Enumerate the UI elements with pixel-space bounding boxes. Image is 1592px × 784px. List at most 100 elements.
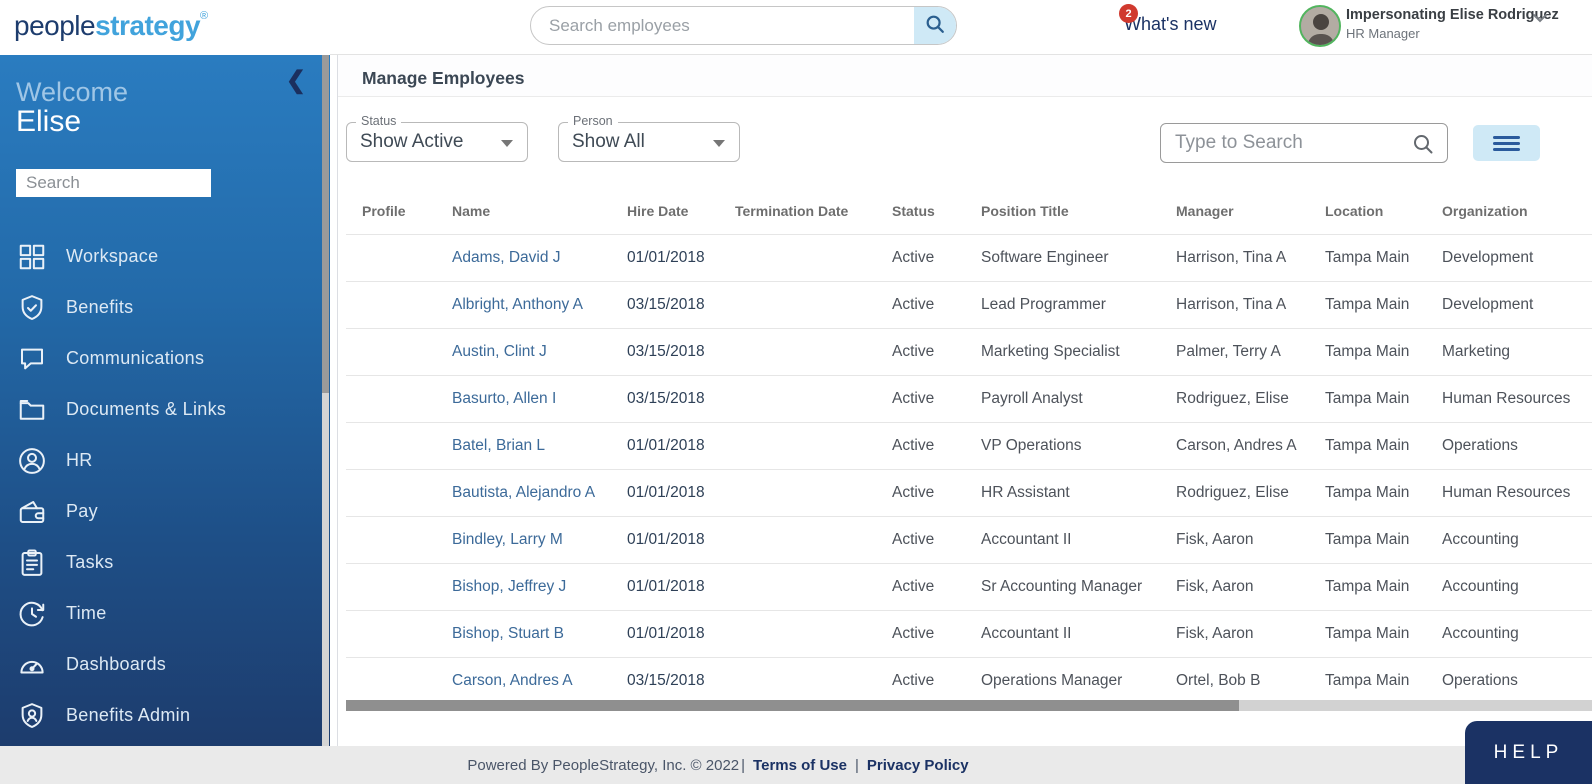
time-icon: [16, 598, 48, 630]
status-cell: Active: [876, 249, 965, 267]
status-cell: Active: [876, 437, 965, 455]
whats-new-link[interactable]: What's new: [1124, 14, 1216, 35]
employee-name-link[interactable]: Austin, Clint J: [452, 343, 547, 360]
filter-bar: Status Show Active Person Show All: [338, 97, 1592, 188]
employee-name-link[interactable]: Basurto, Allen I: [452, 390, 556, 407]
peoplestrategy-logo[interactable]: peoplestrategy®: [14, 10, 208, 42]
impersonation-user-name: Impersonating Elise Rodriguez: [1346, 7, 1559, 23]
column-header-hire-date: Hire Date: [611, 203, 719, 219]
employee-name-link[interactable]: Batel, Brian L: [452, 437, 545, 454]
benefits-admin-icon: [16, 700, 48, 732]
status-filter-select[interactable]: Status Show Active: [346, 122, 528, 162]
employee-search-button[interactable]: [914, 7, 956, 44]
status-filter-label: Status: [356, 114, 401, 128]
table-row: Batel, Brian L 01/01/2018 Active VP Oper…: [346, 422, 1592, 469]
employee-name-link[interactable]: Bautista, Alejandro A: [452, 484, 595, 501]
employee-name-link[interactable]: Bishop, Jeffrey J: [452, 578, 566, 595]
table-row: Bishop, Stuart B 01/01/2018 Active Accou…: [346, 610, 1592, 657]
sidebar-item-documents-links[interactable]: Documents & Links: [0, 384, 330, 435]
search-icon: [1411, 132, 1435, 161]
person-filter-select[interactable]: Person Show All: [558, 122, 740, 162]
help-button[interactable]: HELP: [1465, 721, 1592, 784]
table-body: Adams, David J 01/01/2018 Active Softwar…: [346, 234, 1592, 704]
employees-table: ProfileNameHire DateTermination DateStat…: [338, 188, 1592, 704]
table-row: Albright, Anthony A 03/15/2018 Active Le…: [346, 281, 1592, 328]
sidebar-item-label: Dashboards: [66, 654, 166, 675]
column-header-position-title: Position Title: [965, 203, 1160, 219]
hire-date-cell: 01/01/2018: [611, 249, 719, 267]
table-row: Basurto, Allen I 03/15/2018 Active Payro…: [346, 375, 1592, 422]
user-avatar[interactable]: [1299, 5, 1341, 47]
privacy-policy-link[interactable]: Privacy Policy: [867, 757, 969, 774]
employee-name-link[interactable]: Albright, Anthony A: [452, 296, 583, 313]
employee-name-link[interactable]: Bishop, Stuart B: [452, 625, 564, 642]
tasks-icon: [16, 547, 48, 579]
organization-cell: Marketing: [1426, 343, 1592, 361]
logo-part2: strategy: [95, 10, 200, 41]
manager-cell: Harrison, Tina A: [1160, 249, 1309, 267]
position-title-cell: Software Engineer: [965, 249, 1160, 267]
horizontal-scrollbar-thumb[interactable]: [346, 700, 1239, 711]
location-cell: Tampa Main: [1309, 625, 1426, 643]
footer: Powered By PeopleStrategy, Inc. © 2022 |…: [0, 746, 1592, 784]
status-filter-value: Show Active: [360, 131, 464, 153]
location-cell: Tampa Main: [1309, 672, 1426, 690]
dropdown-arrow-icon: [501, 140, 513, 147]
manager-cell: Fisk, Aaron: [1160, 578, 1309, 596]
sidebar-item-benefits-admin[interactable]: Benefits Admin: [0, 690, 330, 741]
hire-date-cell: 01/01/2018: [611, 437, 719, 455]
sidebar-item-tasks[interactable]: Tasks: [0, 537, 330, 588]
table-row: Adams, David J 01/01/2018 Active Softwar…: [346, 234, 1592, 281]
sidebar-item-label: Pay: [66, 501, 98, 522]
position-title-cell: Sr Accounting Manager: [965, 578, 1160, 596]
sidebar-item-time[interactable]: Time: [0, 588, 330, 639]
column-header-manager: Manager: [1160, 203, 1309, 219]
table-search-input[interactable]: [1161, 124, 1401, 162]
employee-name-link[interactable]: Adams, David J: [452, 249, 561, 266]
hire-date-cell: 01/01/2018: [611, 578, 719, 596]
sidebar-scrollbar[interactable]: [322, 55, 329, 746]
sidebar-item-workspace[interactable]: Workspace: [0, 231, 330, 282]
location-cell: Tampa Main: [1309, 296, 1426, 314]
sidebar-item-benefits[interactable]: Benefits: [0, 282, 330, 333]
position-title-cell: Accountant II: [965, 531, 1160, 549]
table-row: Bishop, Jeffrey J 01/01/2018 Active Sr A…: [346, 563, 1592, 610]
manager-cell: Carson, Andres A: [1160, 437, 1309, 455]
hire-date-cell: 03/15/2018: [611, 296, 719, 314]
sidebar-search-input[interactable]: [16, 169, 211, 197]
hire-date-cell: 03/15/2018: [611, 343, 719, 361]
column-header-termination-date: Termination Date: [719, 203, 876, 219]
location-cell: Tampa Main: [1309, 484, 1426, 502]
position-title-cell: Lead Programmer: [965, 296, 1160, 314]
sidebar-scrollbar-thumb[interactable]: [322, 55, 329, 393]
employee-name-link[interactable]: Carson, Andres A: [452, 672, 573, 689]
manager-cell: Fisk, Aaron: [1160, 531, 1309, 549]
sidebar-collapse-chevron-icon[interactable]: ❮: [286, 69, 306, 93]
horizontal-scrollbar[interactable]: [346, 700, 1592, 711]
benefits-icon: [16, 292, 48, 324]
manager-cell: Palmer, Terry A: [1160, 343, 1309, 361]
sidebar-item-pay[interactable]: Pay: [0, 486, 330, 537]
user-role: HR Manager: [1346, 26, 1559, 41]
employee-name-link[interactable]: Bindley, Larry M: [452, 531, 563, 548]
hire-date-cell: 03/15/2018: [611, 390, 719, 408]
organization-cell: Accounting: [1426, 625, 1592, 643]
table-row: Carson, Andres A 03/15/2018 Active Opera…: [346, 657, 1592, 704]
hire-date-cell: 01/01/2018: [611, 484, 719, 502]
sidebar-item-dashboards[interactable]: Dashboards: [0, 639, 330, 690]
sidebar-item-communications[interactable]: Communications: [0, 333, 330, 384]
terms-of-use-link[interactable]: Terms of Use: [753, 757, 847, 774]
chevron-down-icon[interactable]: [1532, 10, 1548, 26]
status-cell: Active: [876, 672, 965, 690]
organization-cell: Human Resources: [1426, 390, 1592, 408]
sidebar-item-hr[interactable]: HR: [0, 435, 330, 486]
table-row: Austin, Clint J 03/15/2018 Active Market…: [346, 328, 1592, 375]
hamburger-menu-icon: [1493, 136, 1520, 151]
organization-cell: Operations: [1426, 437, 1592, 455]
position-title-cell: Marketing Specialist: [965, 343, 1160, 361]
position-title-cell: Operations Manager: [965, 672, 1160, 690]
employee-search-input[interactable]: [531, 7, 914, 44]
table-menu-button[interactable]: [1473, 125, 1540, 161]
user-menu[interactable]: Impersonating Elise Rodriguez HR Manager: [1346, 7, 1559, 41]
column-header-location: Location: [1309, 203, 1426, 219]
